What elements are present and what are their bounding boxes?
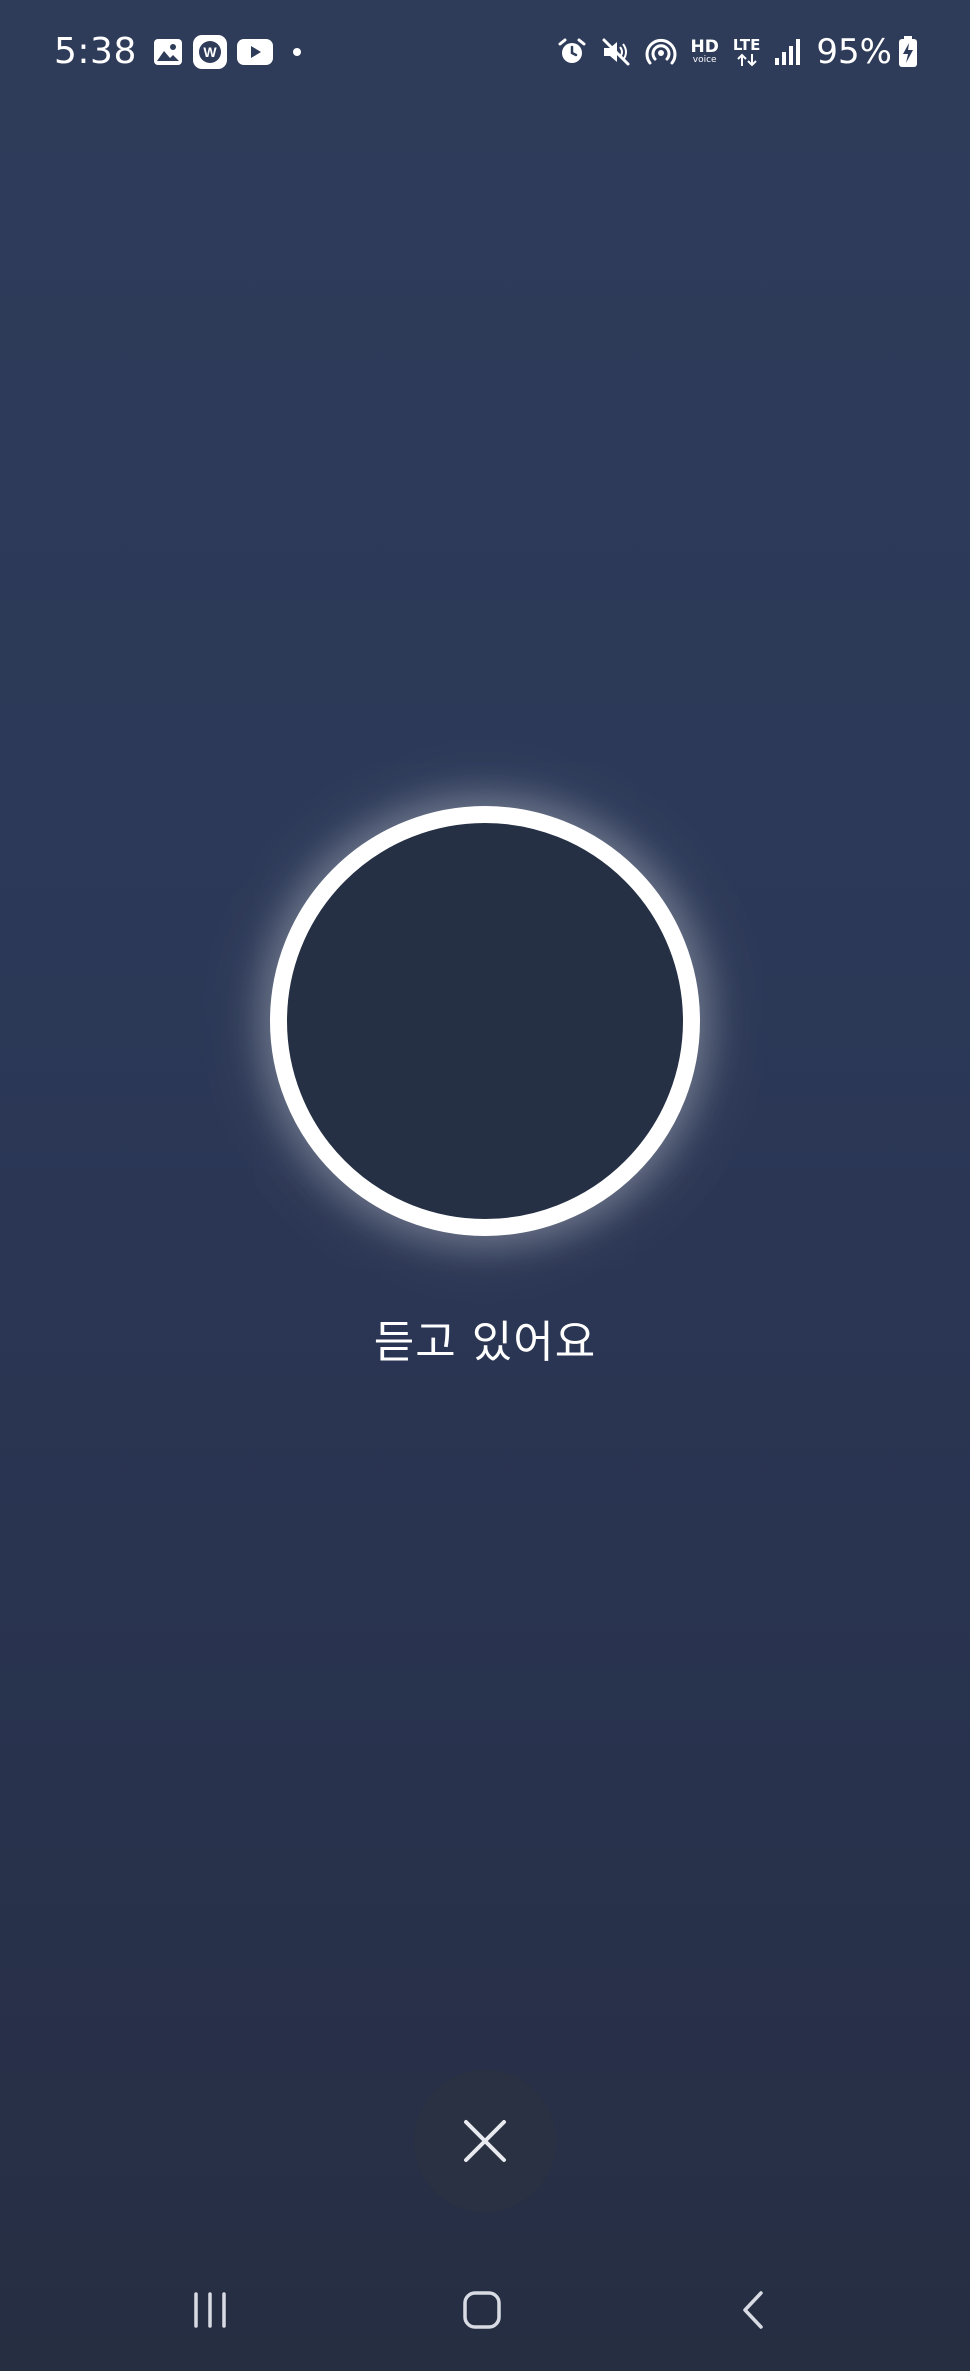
status-time: 5:38 — [54, 31, 137, 72]
signal-icon — [774, 38, 802, 66]
status-bar: 5:38 W HD voice LTE 95% — [0, 0, 970, 104]
hd-label: HD — [690, 37, 719, 57]
alarm-icon — [557, 37, 587, 67]
status-right: HD voice LTE 95% — [543, 28, 918, 76]
navigation-bar — [0, 2260, 970, 2371]
back-icon — [743, 2291, 763, 2329]
listening-orb — [270, 806, 700, 1236]
home-button[interactable] — [422, 2260, 542, 2360]
back-button[interactable] — [694, 2260, 814, 2360]
orb-circle — [270, 806, 700, 1236]
youtube-icon — [236, 39, 273, 65]
recents-icon — [194, 2292, 226, 2328]
w-app-icon: W — [192, 35, 227, 69]
voice-label: voice — [692, 55, 717, 65]
lte-icon: LTE — [732, 35, 761, 67]
hd-voice-icon: HD voice — [691, 39, 719, 65]
home-icon — [463, 2291, 501, 2329]
close-icon — [464, 2120, 506, 2162]
gallery-icon — [153, 38, 183, 66]
recents-button[interactable] — [150, 2260, 270, 2360]
status-left: 5:38 W — [54, 28, 301, 76]
battery-percent: 95% — [816, 32, 892, 72]
mute-icon — [601, 37, 631, 67]
battery-charging-icon — [898, 36, 918, 68]
lte-label: LTE — [732, 35, 761, 54]
listening-status-text: 듣고 있어요 — [373, 1317, 597, 1368]
hotspot-icon — [645, 37, 677, 67]
close-button[interactable] — [414, 2070, 556, 2212]
notification-dot — [292, 48, 301, 56]
svg-text:W: W — [203, 44, 217, 60]
